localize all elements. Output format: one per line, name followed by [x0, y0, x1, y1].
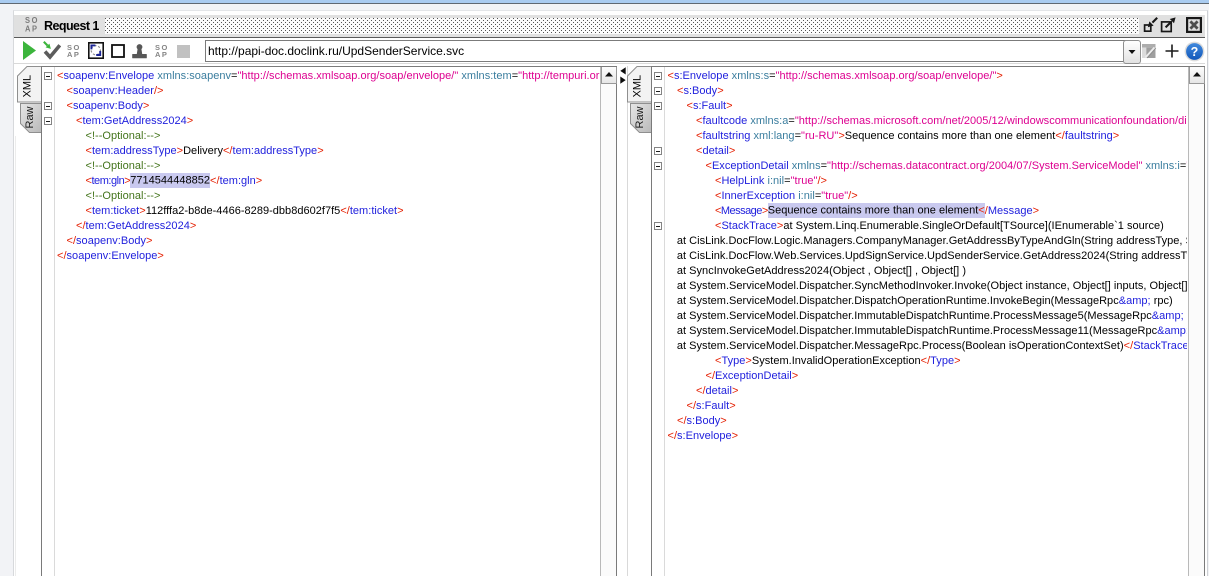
svg-text:XML: XML [22, 75, 34, 98]
svg-text:?: ? [1191, 45, 1199, 59]
svg-text:Raw: Raw [24, 106, 36, 128]
svg-text:XML: XML [632, 75, 644, 98]
svg-text:Raw: Raw [634, 106, 646, 128]
